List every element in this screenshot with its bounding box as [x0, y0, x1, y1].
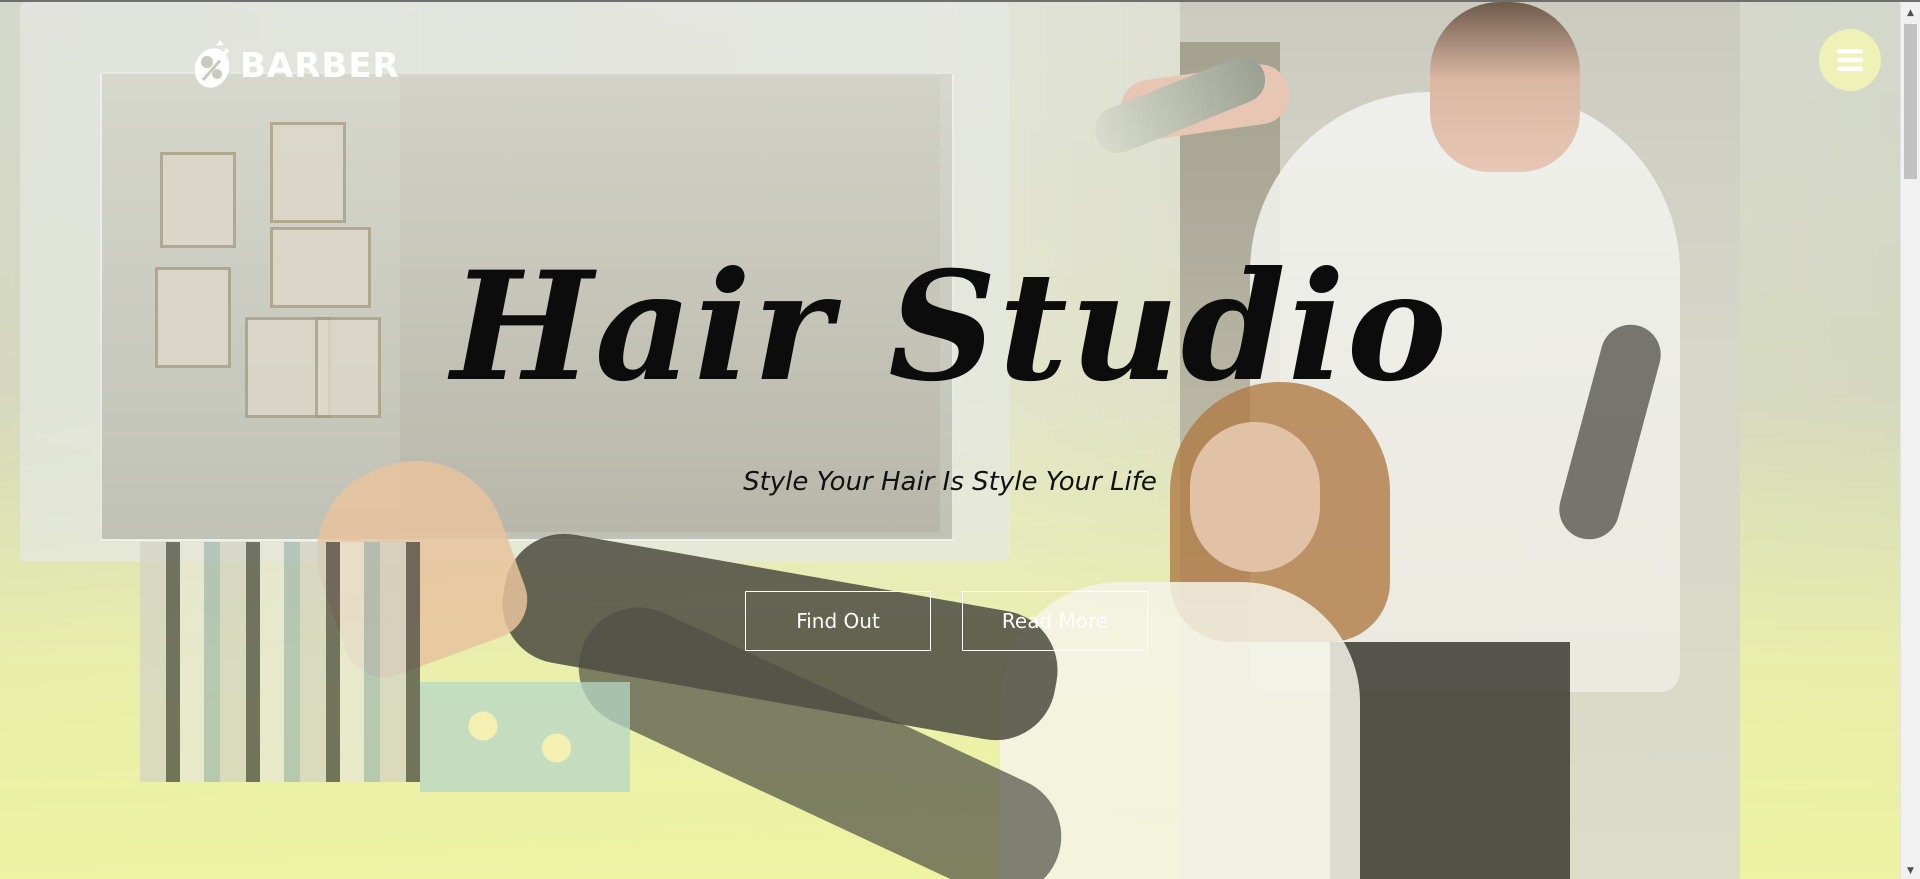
menu-button[interactable]: [1819, 29, 1881, 91]
client-face: [1190, 422, 1320, 572]
hero-cta-group: Find Out Read More: [745, 591, 1148, 651]
scrollbar-thumb[interactable]: [1904, 24, 1917, 179]
scroll-down-arrow-icon[interactable]: ▼: [1901, 862, 1920, 879]
vertical-scrollbar[interactable]: ▲ ▼: [1900, 2, 1920, 879]
hero-subtitle: Style Your Hair Is Style Your Life: [743, 467, 1157, 497]
product-bottles: [140, 542, 420, 782]
site-logo[interactable]: BARBER: [190, 40, 400, 92]
flower-box: [420, 682, 630, 792]
scroll-up-arrow-icon[interactable]: ▲: [1901, 4, 1920, 21]
wall-certificate: [160, 152, 236, 248]
wall-certificate: [270, 122, 346, 223]
hero-section: BARBER Hair Studio Style Your Hair Is St…: [0, 2, 1900, 879]
page: BARBER Hair Studio Style Your Hair Is St…: [0, 0, 1920, 879]
read-more-button[interactable]: Read More: [962, 591, 1148, 651]
find-out-button[interactable]: Find Out: [745, 591, 931, 651]
hero-title: Hair Studio: [451, 239, 1449, 415]
logo-text: BARBER: [240, 46, 400, 86]
barber-head: [1430, 2, 1580, 172]
barber-legs: [1330, 642, 1570, 879]
hamburger-menu-icon: [1837, 49, 1863, 71]
scissors-comb-icon: [194, 40, 230, 88]
